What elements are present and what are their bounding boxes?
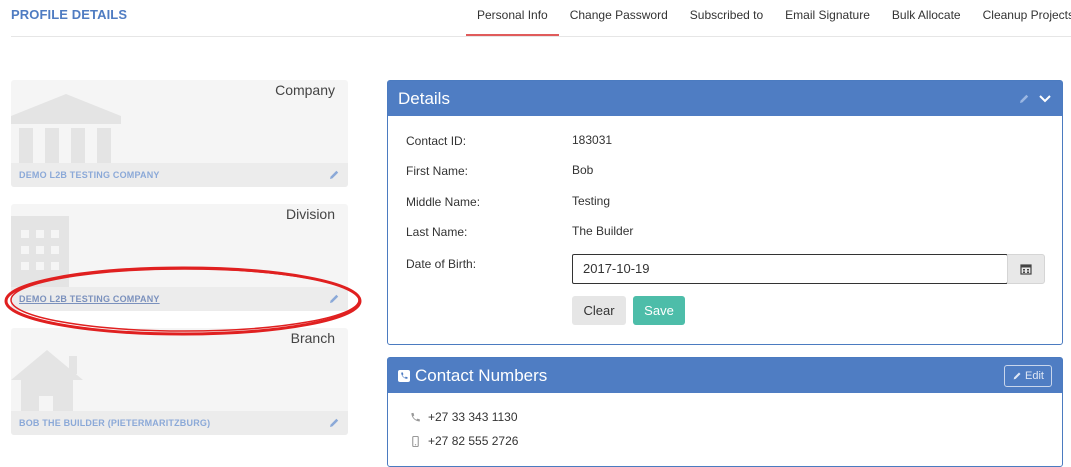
mobile-icon <box>412 435 419 447</box>
pencil-icon[interactable] <box>328 169 340 181</box>
edit-button[interactable]: Edit <box>1004 364 1052 387</box>
pencil-icon[interactable] <box>328 293 340 305</box>
tab-change-password[interactable]: Change Password <box>559 0 679 37</box>
save-button[interactable]: Save <box>633 296 685 325</box>
pencil-icon[interactable] <box>328 417 340 429</box>
dob-label: Date of Birth: <box>406 257 477 271</box>
last-name-label: Last Name: <box>406 225 468 239</box>
tab-personal-info[interactable]: Personal Info <box>466 0 559 37</box>
division-name-link[interactable]: DEMO L2B TESTING COMPANY <box>19 294 328 304</box>
contact-numbers-header: Contact Numbers Edit <box>388 358 1062 393</box>
mobile-number-row: +27 82 555 2726 <box>410 434 518 448</box>
edit-label: Edit <box>1025 369 1044 382</box>
calendar-button[interactable] <box>1007 254 1045 284</box>
card-label-division: Division <box>285 206 335 222</box>
phone-square-icon <box>398 369 410 382</box>
branch-name: BOB THE BUILDER (PIETERMARITZBURG) <box>19 418 211 428</box>
chevron-down-icon[interactable] <box>1038 94 1052 104</box>
company-name: DEMO L2B TESTING COMPANY <box>19 170 160 180</box>
tab-bulk-allocate[interactable]: Bulk Allocate <box>881 0 972 37</box>
details-title: Details <box>398 88 450 108</box>
middle-name-label: Middle Name: <box>406 195 481 209</box>
phone-icon <box>411 412 420 421</box>
last-name-value: The Builder <box>572 224 634 238</box>
clear-button[interactable]: Clear <box>572 296 626 325</box>
page-title: PROFILE DETAILS <box>11 7 128 22</box>
mobile-number: +27 82 555 2726 <box>428 434 519 448</box>
tab-subscribed-to[interactable]: Subscribed to <box>679 0 774 37</box>
phone-number: +27 33 343 1130 <box>428 410 518 424</box>
profile-tabs: Personal Info Change Password Subscribed… <box>466 0 1071 37</box>
header-divider <box>11 36 1071 37</box>
contact-id-value: 183031 <box>572 133 613 147</box>
card-footer: BOB THE BUILDER (PIETERMARITZBURG) <box>11 411 348 435</box>
contact-numbers-panel: Contact Numbers Edit +27 33 343 1130 +27… <box>387 357 1063 467</box>
contact-numbers-title: Contact Numbers <box>415 365 548 385</box>
phone-number-row: +27 33 343 1130 <box>410 410 518 424</box>
card-label-branch: Branch <box>290 330 335 346</box>
first-name-value: Bob <box>572 163 594 177</box>
contact-id-label: Contact ID: <box>406 134 467 148</box>
card-footer: DEMO L2B TESTING COMPANY <box>11 287 348 311</box>
first-name-label: First Name: <box>406 164 469 178</box>
pencil-icon[interactable] <box>1018 93 1030 105</box>
pencil-icon <box>1013 372 1021 379</box>
details-panel: Details Contact ID: 183031 First Name: B… <box>387 80 1063 345</box>
card-footer: DEMO L2B TESTING COMPANY <box>11 163 348 187</box>
dob-input[interactable]: 2017-10-19 <box>572 254 1008 284</box>
calendar-icon <box>1020 264 1032 275</box>
tab-cleanup-projects[interactable]: Cleanup Projects <box>972 0 1071 37</box>
division-card: Division DEMO L2B TESTING COMPANY <box>11 204 348 311</box>
card-label-company: Company <box>275 82 335 98</box>
middle-name-value: Testing <box>572 194 611 208</box>
details-panel-header: Details <box>388 81 1062 116</box>
branch-card: Branch BOB THE BUILDER (PIETERMARITZBURG… <box>11 328 348 435</box>
company-card: Company DEMO L2B TESTING COMPANY <box>11 80 348 187</box>
tab-email-signature[interactable]: Email Signature <box>774 0 881 37</box>
